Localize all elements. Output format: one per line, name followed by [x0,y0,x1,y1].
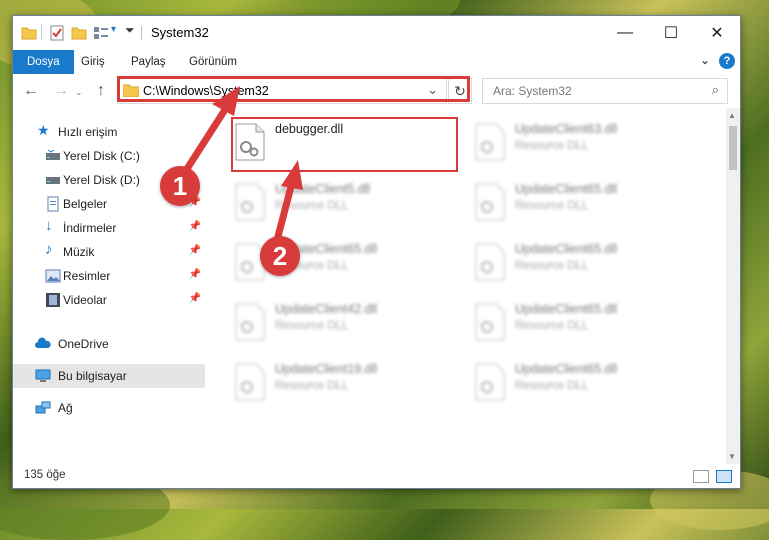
file-name: UpdateClient65.dll [515,362,618,376]
file-type: Resource DLL [515,200,589,212]
scrollbar-thumb[interactable] [729,126,737,170]
file-name: UpdateClient63.dll [515,122,618,136]
file-type: Resource DLL [515,140,589,152]
tab-share[interactable]: Paylaş [121,50,176,74]
file-type: Resource DLL [515,380,589,392]
maximize-button[interactable]: ☐ [648,16,694,50]
file-item[interactable]: UpdateClient19.dll Resource DLL [219,356,449,406]
scroll-down-icon[interactable]: ▼ [728,452,736,461]
pin-icon[interactable]: 📌 [189,293,201,304]
file-type: Resource DLL [275,380,349,392]
step-1-badge: 1 [160,166,200,206]
file-name: UpdateClient65.dll [515,242,618,256]
forward-arrow-icon[interactable]: → [53,82,69,100]
file-item[interactable]: UpdateClient42.dll Resource DLL [219,296,449,346]
scroll-up-icon[interactable]: ▲ [728,111,736,120]
tab-view[interactable]: Görünüm [179,50,247,74]
pictures-icon [45,269,61,283]
file-item[interactable]: UpdateClient65.dll Resource DLL [459,356,689,406]
file-type: Resource DLL [275,200,349,212]
nav-onedrive[interactable]: OneDrive [13,332,205,356]
search-input[interactable]: Ara: System32 ⌕ [482,78,728,104]
help-icon[interactable]: ? [719,53,735,69]
title-bar: ▾ ⏷ System32 — ☐ ✕ [13,16,740,50]
nav-videos[interactable]: Videolar 📌 [13,288,205,312]
properties-icon[interactable] [49,25,65,41]
file-type: Resource DLL [275,320,349,332]
dll-file-icon [235,183,265,221]
dll-file-icon [475,123,505,161]
step-2-badge: 2 [260,236,300,276]
navigation-pane: ★ Hızlı erişim Yerel Disk (C:) Yerel Dis… [13,108,206,464]
tab-file[interactable]: Dosya [13,50,74,74]
close-button[interactable]: ✕ [694,16,740,50]
nav-quick-access[interactable]: ★ Hızlı erişim [13,120,205,144]
pin-icon[interactable]: 📌 [189,269,201,280]
download-icon: ↓ [45,217,53,234]
vertical-scrollbar[interactable]: ▲ ▼ [726,108,740,464]
status-bar: 135 öğe [13,464,740,488]
file-highlight [231,117,458,172]
file-item[interactable]: UpdateClient65.dll Resource DLL [459,236,689,286]
title-separator [141,26,142,40]
dll-file-icon [475,363,505,401]
file-name: UpdateClient5.dll [275,182,371,196]
customize-toolbar-icon[interactable] [93,25,109,41]
file-type: Resource DLL [515,320,589,332]
address-bar-highlight [117,76,470,102]
network-icon [35,401,51,414]
tab-home[interactable]: Giriş [71,50,115,74]
nav-network[interactable]: Ağ [13,396,205,420]
file-name: UpdateClient65.dll [515,182,618,196]
search-icon: ⌕ [711,82,719,97]
back-arrow-icon[interactable]: ← [23,82,39,100]
pin-icon[interactable]: 📌 [189,245,201,256]
file-explorer-window: ▾ ⏷ System32 — ☐ ✕ Dosya Giriş Paylaş Gö… [12,15,741,489]
dll-file-icon [235,303,265,341]
file-item[interactable]: UpdateClient5.dll Resource DLL [219,176,449,226]
item-count: 135 öğe [24,469,66,481]
dll-file-icon [475,183,505,221]
file-name: UpdateClient65.dll [515,302,618,316]
file-name: UpdateClient42.dll [275,302,378,316]
file-item[interactable]: UpdateClient65.dll Resource DLL [219,236,449,286]
search-placeholder: Ara: System32 [493,84,572,98]
drive-icon [46,149,60,160]
file-item[interactable]: UpdateClient65.dll Resource DLL [459,296,689,346]
nav-this-pc[interactable]: Bu bilgisayar [13,364,205,388]
file-item[interactable]: UpdateClient63.dll Resource DLL [459,116,689,166]
music-icon: ♪ [45,241,53,258]
dll-file-icon [475,243,505,281]
dll-file-icon [475,303,505,341]
drive-icon [46,177,60,184]
file-name: UpdateClient19.dll [275,362,378,376]
documents-icon [47,196,59,212]
dropdown-icon[interactable]: ▾ [111,24,116,35]
window-title: System32 [151,25,209,40]
qat-menu-icon[interactable]: ⏷ [125,23,135,38]
ribbon-expand-icon[interactable]: ⌄ [697,53,713,69]
nav-downloads[interactable]: ↓ İndirmeler 📌 [13,216,205,240]
ribbon-tabs: Dosya Giriş Paylaş Görünüm ⌄ ? [13,50,740,74]
folder-icon[interactable] [21,25,37,41]
star-icon: ★ [37,122,50,138]
cloud-icon [35,337,51,348]
recent-locations-icon[interactable]: ⌄ [75,87,83,98]
file-item[interactable]: UpdateClient65.dll Resource DLL [459,176,689,226]
pin-icon[interactable]: 📌 [189,221,201,232]
nav-pictures[interactable]: Resimler 📌 [13,264,205,288]
large-icons-view-icon[interactable] [716,470,732,483]
videos-icon [46,293,60,307]
new-folder-icon[interactable] [71,25,87,41]
file-type: Resource DLL [515,260,589,272]
nav-local-disk-c[interactable]: Yerel Disk (C:) [13,144,205,168]
nav-music[interactable]: ♪ Müzik 📌 [13,240,205,264]
dll-file-icon [235,363,265,401]
up-arrow-icon[interactable]: ↑ [97,82,105,100]
minimize-button[interactable]: — [602,16,648,50]
details-view-icon[interactable] [693,470,709,483]
computer-icon [35,369,51,382]
